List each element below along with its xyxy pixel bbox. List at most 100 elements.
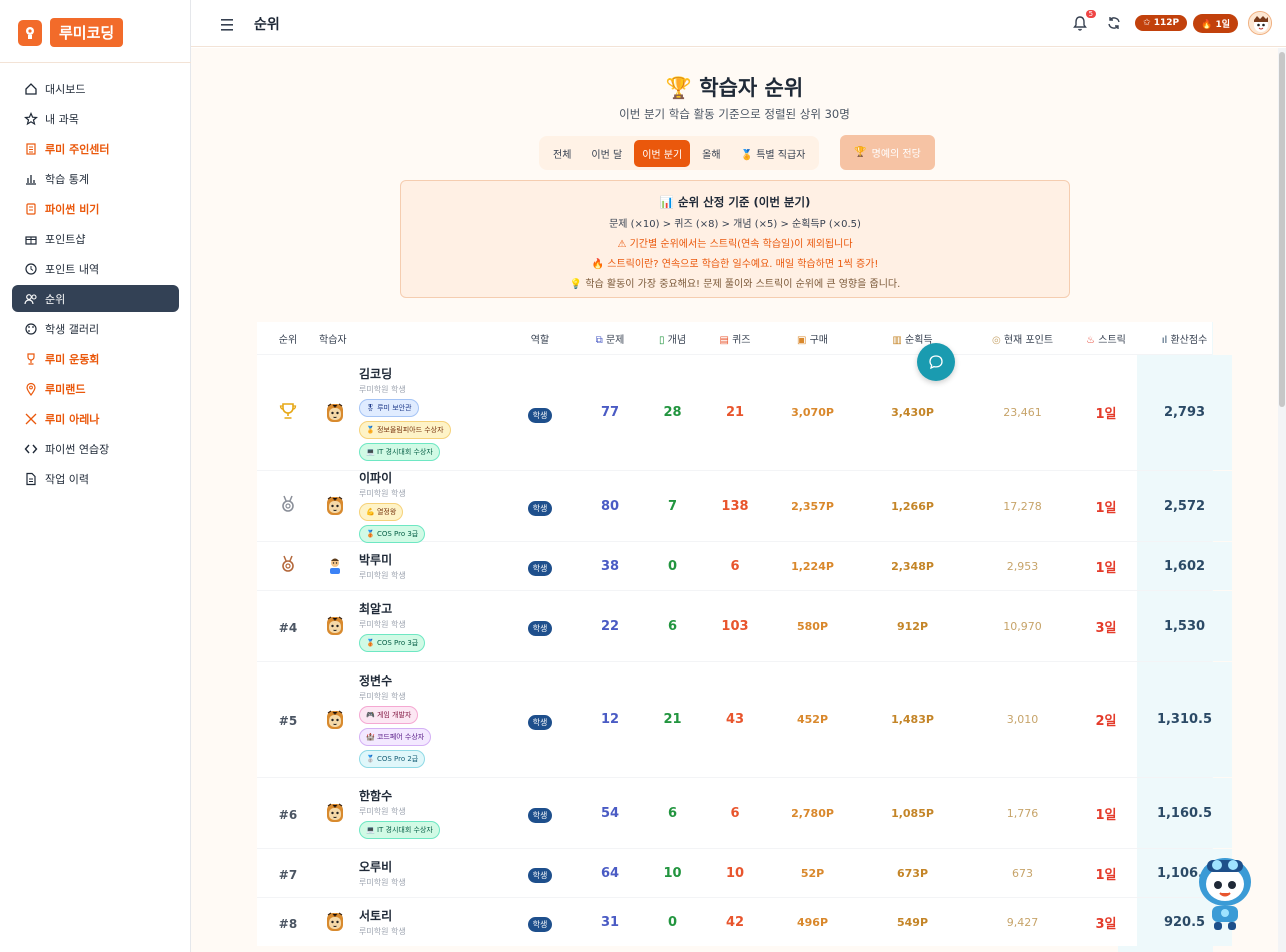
chat-button[interactable] <box>917 343 955 381</box>
sidebar-item-10[interactable]: 루미랜드 <box>12 375 179 402</box>
score-cell: 1,310.5 <box>1137 662 1232 777</box>
net-earned-cell: 1,483P <box>891 713 934 726</box>
sidebar-item-4[interactable]: 파이썬 비기 <box>12 195 179 222</box>
user-cell[interactable]: 이파이 루미학원 학생 💪 열정왕 🥉 COS Pro 3급 <box>319 469 505 543</box>
user-cell[interactable]: 서토리 루미학원 학생 <box>319 907 505 937</box>
scrollbar-thumb[interactable] <box>1279 52 1285 407</box>
sidebar-item-12[interactable]: 파이썬 연습장 <box>12 435 179 462</box>
sidebar-item-2[interactable]: 루미 주인센터 <box>12 135 179 162</box>
criteria-formula: 문제 (×10) > 퀴즈 (×8) > 개념 (×5) > 순획득P (×0.… <box>609 219 861 230</box>
achievement-badge: 🥈 COS Pro 2급 <box>359 749 426 768</box>
streak-pill[interactable]: 🔥 1일 <box>1193 13 1238 33</box>
table-row[interactable]: #5 정변수 루미학원 학생 🎮 게임 개발자 🏰 코드페어 수상자 🥈 COS Pro … <box>257 661 1232 777</box>
scrollbar[interactable] <box>1278 48 1286 952</box>
quiz-cell: 10 <box>725 865 745 881</box>
bell-icon[interactable]: 5 <box>1073 10 1097 32</box>
refresh-icon[interactable] <box>1107 14 1125 32</box>
clipboard-icon: ▤ <box>719 334 733 346</box>
user-affiliation: 루미학원 학생 <box>359 384 406 394</box>
map-pin-icon <box>24 382 38 396</box>
menu-icon[interactable] <box>221 16 235 31</box>
table-row[interactable]: #7 오루비 루미학원 학생 학생 64 10 10 52P 673P 673 1일 1,106.5 <box>257 848 1232 897</box>
achievement-badge: 💪 열정왕 <box>359 503 404 521</box>
logo[interactable]: 루미코딩 <box>18 18 124 47</box>
user-cell[interactable]: 정변수 루미학원 학생 🎮 게임 개발자 🏰 코드페어 수상자 🥈 COS Pro 2급 <box>319 672 505 768</box>
table-row[interactable]: 이파이 루미학원 학생 💪 열정왕 🥉 COS Pro 3급 학생 80 7 138 2,357… <box>257 469 1232 543</box>
mascot-robot[interactable] <box>1193 852 1257 932</box>
user-avatar[interactable] <box>1248 11 1272 35</box>
table-row[interactable]: #8 서토리 루미학원 학생 학생 31 0 42 496P 549P 9,427 3일 920.5 <box>257 897 1232 946</box>
user-cell[interactable]: 최알고 루미학원 학생 🥉 COS Pro 3급 <box>319 600 505 652</box>
user-affiliation: 루미학원 학생 <box>359 927 406 936</box>
hero-title-text: 학습자 순위 <box>699 76 804 100</box>
sidebar-item-13[interactable]: 작업 이력 <box>12 465 179 492</box>
user-cell[interactable]: 박루미 루미학원 학생 <box>319 551 505 581</box>
sidebar-divider <box>0 62 191 63</box>
user-cell[interactable]: 김코딩 루미학원 학생 🎖 루미 보안관 🏅 정보올림피아드 수상자 💻 IT 경시대회… <box>319 365 505 461</box>
rank-number: #4 <box>278 620 298 635</box>
rank-cell: #5 <box>257 710 319 729</box>
trophy-icon: 🏆 <box>665 76 692 100</box>
flame-icon: ♨ <box>1086 334 1099 346</box>
users-icon <box>24 292 38 306</box>
sidebar-item-7[interactable]: 순위 <box>12 285 179 312</box>
header-concepts-text: 개념 <box>667 334 687 346</box>
concepts-cell: 21 <box>663 712 682 727</box>
table-row[interactable]: #6 한함수 루미학원 학생 💻 IT 경시대회 수상자 학생 54 6 6 2,780P 1,0… <box>257 777 1232 848</box>
sidebar-item-11[interactable]: 루미 아레나 <box>12 405 179 432</box>
file-icon <box>24 472 38 486</box>
sidebar-item-9[interactable]: 루미 운동회 <box>12 345 179 372</box>
lightbulb-icon <box>18 19 42 46</box>
sidebar-item-5[interactable]: 포인트샵 <box>12 225 179 252</box>
purchase-cell: 1,224P <box>791 559 834 573</box>
cart-icon: ▣ <box>796 334 810 346</box>
user-name: 최알고 <box>359 602 393 616</box>
achievement-badge: 🏅 정보올림피아드 수상자 <box>359 420 451 439</box>
gift-icon <box>24 232 38 246</box>
hall-of-fame-button[interactable]: 🏆 명예의 전당 <box>840 135 935 170</box>
user-cell[interactable]: 오루비 루미학원 학생 <box>319 858 505 888</box>
rank-cell: #7 <box>257 864 319 883</box>
tab-0[interactable]: 전체 <box>545 140 579 167</box>
score-cell: 1,602 <box>1137 542 1232 590</box>
tab-2[interactable]: 이번 분기 <box>634 139 691 167</box>
criteria-title-text: 순위 산정 기준 (이번 분기) <box>678 195 811 209</box>
sidebar-item-6[interactable]: 포인트 내역 <box>12 255 179 282</box>
streak-value: 1일 <box>1215 19 1230 30</box>
concepts-cell: 6 <box>667 618 678 634</box>
tab-4[interactable]: 🏅 특별 직급자 <box>733 140 814 167</box>
sidebar-item-0[interactable]: 대시보드 <box>12 75 179 102</box>
sidebar-item-8[interactable]: 학생 갤러리 <box>12 315 179 342</box>
achievement-badge: 🥉 COS Pro 3급 <box>359 525 426 543</box>
tab-3[interactable]: 올해 <box>694 140 728 167</box>
problems-cell: 22 <box>600 618 620 634</box>
points-pill[interactable]: ✩ 112P <box>1135 15 1188 31</box>
header-current-points-text: 현재 포인트 <box>1003 334 1054 346</box>
problems-cell: 64 <box>600 865 620 881</box>
period-tabs: 전체 이번 달 이번 분기 올해 🏅 특별 직급자 <box>539 136 820 170</box>
current-points-cell: 23,461 <box>1003 406 1042 419</box>
role-cell: 학생 <box>505 803 575 823</box>
table-row[interactable]: #4 최알고 루미학원 학생 🥉 COS Pro 3급 학생 22 6 103 580P 912P… <box>257 590 1232 661</box>
quiz-cell: 138 <box>721 498 749 514</box>
current-points-cell: 10,970 <box>1003 619 1042 633</box>
sidebar-item-1[interactable]: 내 과목 <box>12 105 179 132</box>
table-row[interactable]: 박루미 루미학원 학생 학생 38 0 6 1,224P 2,348P 2,953 1일 1,602 <box>257 541 1232 590</box>
table-row[interactable]: 김코딩 루미학원 학생 🎖 루미 보안관 🏅 정보올림피아드 수상자 💻 IT 경시대회… <box>257 354 1232 470</box>
header-problems: ⧉ 문제 <box>575 331 645 346</box>
sidebar-item-label: 내 과목 <box>45 112 79 126</box>
tiger-avatar-icon <box>325 615 345 637</box>
quiz-cell: 42 <box>725 914 745 930</box>
user-cell[interactable]: 한함수 루미학원 학생 💻 IT 경시대회 수상자 <box>319 787 505 839</box>
rank-number: #6 <box>278 807 298 822</box>
problems-cell: 54 <box>600 805 620 821</box>
sidebar-item-3[interactable]: 학습 통계 <box>12 165 179 192</box>
achievement-badge: 🏰 코드페어 수상자 <box>359 727 432 746</box>
user-name: 이파이 <box>359 471 393 485</box>
streak-cell: 3일 <box>1095 620 1117 636</box>
net-earned-cell: 1,085P <box>891 806 934 820</box>
streak-cell: 1일 <box>1095 560 1117 576</box>
trophy-icon: 🏆 <box>854 147 867 158</box>
tab-1[interactable]: 이번 달 <box>583 140 630 167</box>
tiger-avatar-icon <box>325 402 345 424</box>
